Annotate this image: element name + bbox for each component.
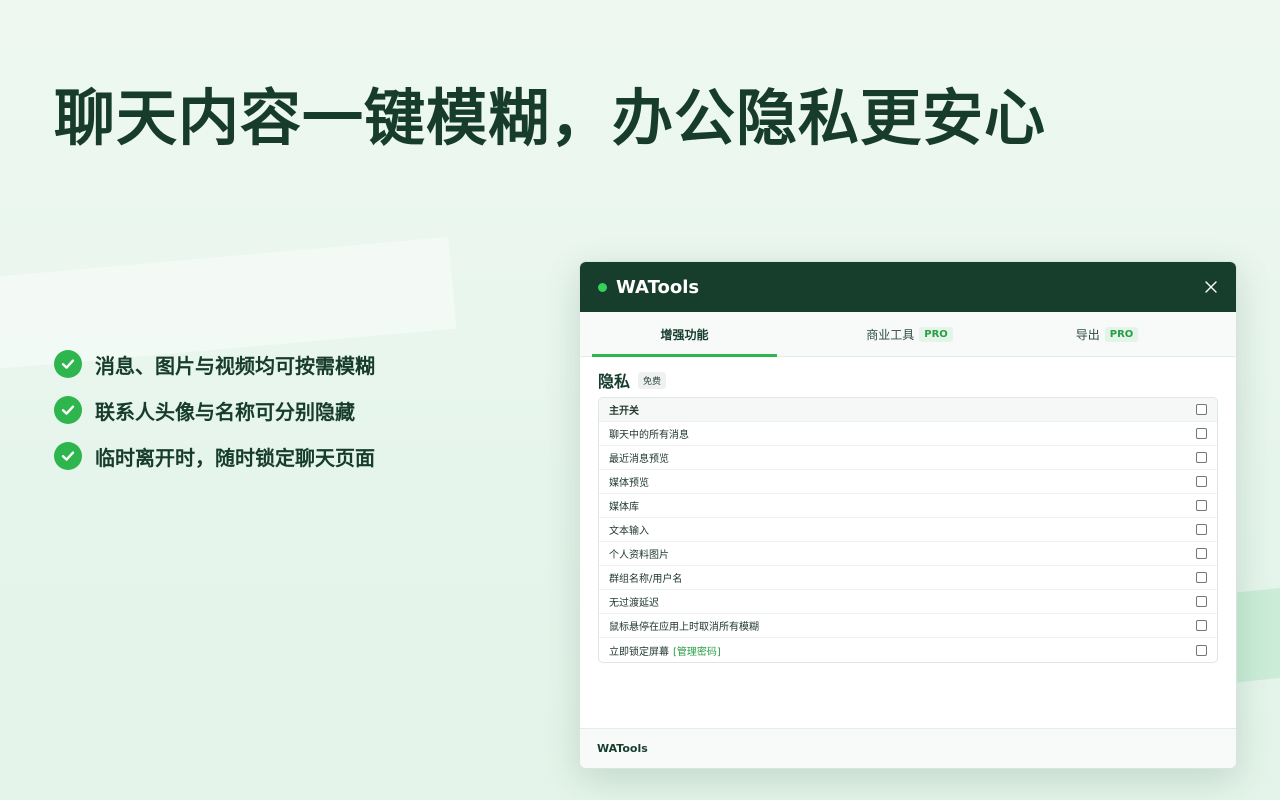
- free-badge: 免费: [638, 371, 667, 389]
- feature-text: 消息、图片与视频均可按需模糊: [95, 353, 375, 378]
- option-checkbox[interactable]: [1196, 572, 1207, 583]
- option-row: 无过渡延迟: [599, 590, 1217, 614]
- check-circle-icon: [54, 396, 82, 424]
- privacy-options-list: 主开关 聊天中的所有消息 最近消息预览 媒体预览 媒体库 文本输入 个人资料图片…: [598, 397, 1218, 663]
- option-label: 个人资料图片: [609, 550, 669, 561]
- option-checkbox[interactable]: [1196, 500, 1207, 511]
- option-checkbox[interactable]: [1196, 428, 1207, 439]
- tab-export[interactable]: 导出 PRO: [1037, 312, 1177, 356]
- option-label: 最近消息预览: [609, 454, 669, 465]
- option-label: 文本输入: [609, 526, 649, 537]
- option-row-lock-screen: 立即锁定屏幕 [管理密码]: [599, 638, 1217, 662]
- close-icon[interactable]: [1202, 278, 1220, 296]
- option-label: 鼠标悬停在应用上时取消所有模糊: [609, 622, 759, 633]
- option-row-master-switch: 主开关: [599, 398, 1217, 422]
- feature-text: 联系人头像与名称可分别隐藏: [95, 399, 355, 424]
- option-row: 鼠标悬停在应用上时取消所有模糊: [599, 614, 1217, 638]
- tab-label: 商业工具: [866, 327, 915, 342]
- option-checkbox[interactable]: [1196, 644, 1207, 656]
- headline: 聊天内容一键模糊，办公隐私更安心: [54, 83, 1047, 154]
- option-row: 群组名称/用户名: [599, 566, 1217, 590]
- option-checkbox[interactable]: [1196, 452, 1207, 463]
- option-label: 主开关: [609, 406, 639, 417]
- option-checkbox[interactable]: [1196, 524, 1207, 535]
- option-checkbox[interactable]: [1196, 620, 1207, 631]
- option-label: 媒体库: [609, 502, 639, 513]
- option-checkbox[interactable]: [1196, 404, 1207, 415]
- tab-label: 导出: [1075, 327, 1100, 342]
- feature-text: 临时离开时，随时锁定聊天页面: [95, 445, 375, 470]
- option-checkbox[interactable]: [1196, 476, 1207, 487]
- privacy-section: 隐私 免费 主开关 聊天中的所有消息 最近消息预览 媒体预览 媒体库 文本输入 …: [580, 357, 1236, 663]
- option-row: 聊天中的所有消息: [599, 422, 1217, 446]
- feature-item: 临时离开时，随时锁定聊天页面: [54, 441, 375, 471]
- popup-title: WATools: [616, 276, 700, 298]
- feature-item: 消息、图片与视频均可按需模糊: [54, 349, 375, 379]
- option-label: 立即锁定屏幕: [609, 646, 669, 658]
- tab-enhanced-features[interactable]: 增强功能: [592, 312, 777, 357]
- option-label: 聊天中的所有消息: [609, 430, 689, 441]
- option-row: 最近消息预览: [599, 446, 1217, 470]
- option-row: 个人资料图片: [599, 542, 1217, 566]
- pro-badge: PRO: [1104, 326, 1139, 342]
- option-label: 无过渡延迟: [609, 598, 659, 609]
- option-row: 文本输入: [599, 518, 1217, 542]
- pro-badge: PRO: [919, 326, 953, 342]
- feature-list: 消息、图片与视频均可按需模糊 联系人头像与名称可分别隐藏 临时离开时，随时锁定聊…: [54, 349, 375, 487]
- option-label-group: 立即锁定屏幕 [管理密码]: [609, 643, 721, 658]
- decorative-stripe-right: [1230, 586, 1280, 684]
- option-checkbox[interactable]: [1196, 548, 1207, 559]
- tab-business-tools[interactable]: 商业工具 PRO: [827, 312, 992, 356]
- status-dot-icon: [598, 282, 607, 292]
- popup-titlebar: WATools: [580, 262, 1236, 312]
- option-checkbox[interactable]: [1196, 596, 1207, 607]
- section-header: 隐私 免费: [598, 369, 1218, 391]
- section-title: 隐私: [598, 372, 631, 391]
- check-circle-icon: [54, 350, 82, 378]
- tab-label: 增强功能: [660, 327, 709, 342]
- option-label: 群组名称/用户名: [609, 574, 683, 585]
- tab-bar: 增强功能 商业工具 PRO 导出 PRO: [580, 312, 1236, 357]
- extension-popup: WATools 增强功能 商业工具 PRO 导出 PRO 隐私 免费 主开关 聊…: [579, 261, 1237, 769]
- option-label: 媒体预览: [609, 478, 649, 489]
- feature-item: 联系人头像与名称可分别隐藏: [54, 395, 375, 425]
- option-row: 媒体预览: [599, 470, 1217, 494]
- popup-footer: WATools: [580, 728, 1236, 768]
- option-row: 媒体库: [599, 494, 1217, 518]
- manage-password-link[interactable]: [管理密码]: [673, 643, 721, 658]
- check-circle-icon: [54, 442, 82, 470]
